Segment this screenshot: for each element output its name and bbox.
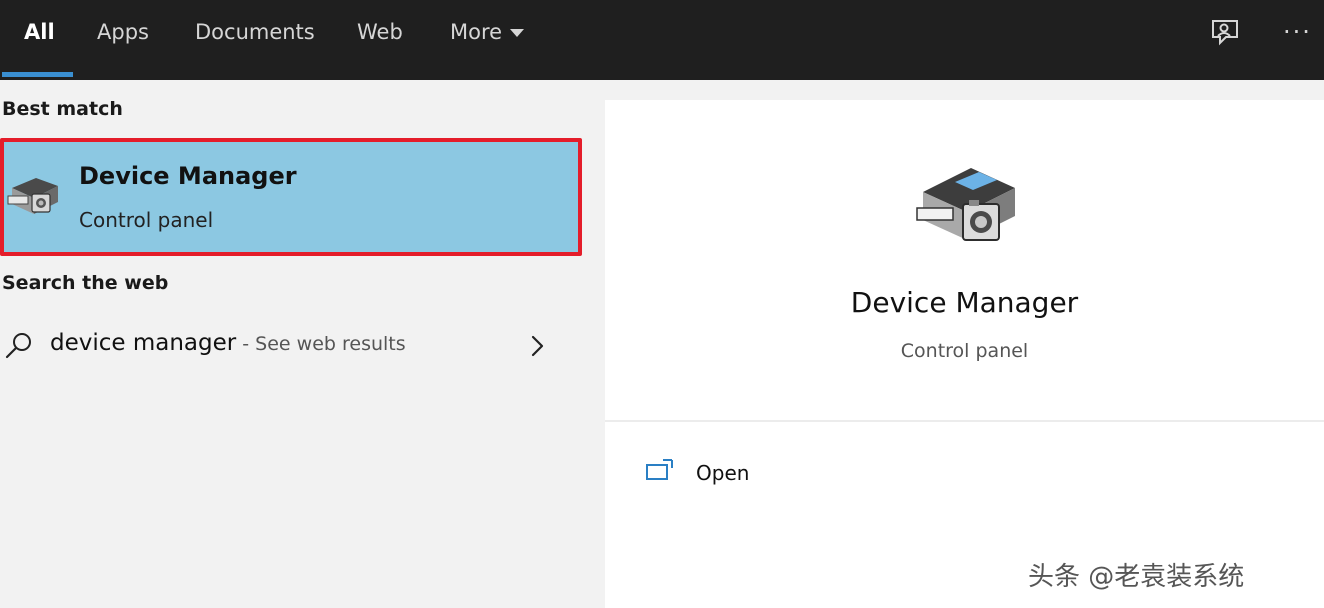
caret-down-icon — [510, 29, 525, 37]
more-options-icon[interactable]: ··· — [1283, 18, 1312, 46]
chevron-right-icon[interactable] — [528, 332, 548, 360]
search-icon — [5, 333, 31, 359]
web-results-suffix: - See web results — [236, 333, 406, 355]
preview-subtitle: Control panel — [900, 340, 1029, 362]
active-tab-indicator — [2, 72, 73, 77]
best-match-heading: Best match — [2, 98, 123, 120]
open-action-label: Open — [696, 461, 750, 485]
best-match-title: Device Manager — [79, 162, 297, 190]
search-web-heading: Search the web — [2, 272, 169, 294]
web-search-result[interactable]: device manager - See web results — [0, 318, 585, 374]
tab-apps[interactable]: Apps — [97, 18, 149, 46]
search-filter-tabs-bar: All Apps Documents Web More ··· — [0, 0, 1324, 80]
open-window-icon — [646, 459, 673, 480]
web-result-text: device manager - See web results — [50, 330, 406, 356]
tab-more[interactable]: More — [450, 18, 525, 46]
watermark: 头条 @老袁装系统 — [1028, 562, 1245, 592]
tab-documents[interactable]: Documents — [195, 18, 315, 46]
feedback-icon[interactable] — [1208, 16, 1242, 50]
preview-divider — [605, 420, 1324, 422]
device-manager-large-icon — [916, 168, 1015, 241]
open-action[interactable]: Open — [645, 455, 945, 495]
web-query-text: device manager — [50, 330, 237, 356]
best-match-result[interactable]: Device Manager Control panel — [0, 138, 582, 256]
device-manager-icon — [7, 178, 58, 214]
tab-web[interactable]: Web — [357, 18, 403, 46]
tab-more-label: More — [450, 20, 503, 44]
preview-title: Device Manager — [850, 286, 1079, 319]
best-match-subtitle: Control panel — [79, 208, 214, 232]
tab-all[interactable]: All — [24, 18, 55, 46]
